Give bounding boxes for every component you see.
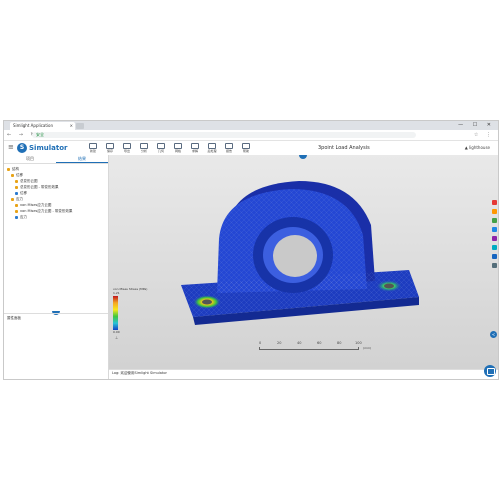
tree-item-label: 应力 (20, 215, 27, 219)
tree-item-icon (15, 179, 18, 183)
scale-bar: 0 20 40 60 80 100 (mm) (259, 341, 371, 350)
toolbar-button[interactable]: 网格 (171, 142, 185, 154)
new-tab-button[interactable] (76, 123, 84, 129)
tree-item-icon (7, 167, 10, 171)
toolbar-button[interactable]: 求解 (188, 142, 202, 154)
menu-icon[interactable]: ≡ (8, 143, 14, 151)
extension-icons[interactable]: ☆ ⋮ (474, 131, 494, 139)
tool-label: 帮助 (242, 149, 249, 153)
close-tab-icon[interactable]: × (70, 122, 73, 130)
view-icon[interactable] (491, 200, 497, 205)
rotate-icon[interactable] (491, 227, 497, 232)
toolbar-button[interactable]: 后处理 (205, 142, 219, 154)
tool-label: 几何 (157, 149, 164, 153)
axis-triad-icon: ⊥ (115, 335, 119, 340)
sidebar-tabs: 项目 结果 (4, 155, 108, 164)
legend-colorbar (113, 296, 118, 330)
scale-tick: 60 (317, 341, 322, 345)
user-name: lighthouse (469, 145, 490, 150)
log-text: Log: 欢迎使用Simlight Simulator (112, 371, 167, 375)
properties-panel: 属性面板 (4, 313, 108, 379)
browser-window: Simlight Application × — ☐ ✕ ← → ↻ 安全 ☆ … (3, 120, 499, 380)
3d-viewport[interactable]: von Mises Stress (MPa) 1.21 0.00 ⊥ 0 20 … (109, 155, 498, 369)
scale-tick: 100 (355, 341, 362, 345)
legend-min: 0.00 (113, 330, 120, 334)
scale-tick: 20 (277, 341, 282, 345)
tree-item-label: 总变形云图 - 带变形效果 (20, 185, 59, 189)
app-toolbar: ≡ S Simulator 新建 保存 导出 分析 几何 网格 求解 后处理 报告 帮助 3poi… (4, 141, 498, 156)
light-icon[interactable] (491, 254, 497, 259)
scale-tick: 0 (259, 341, 262, 345)
browser-tabbar: Simlight Application × — ☐ ✕ (4, 121, 498, 130)
tool-label: 报告 (225, 149, 232, 153)
user-menu[interactable]: ▲ lighthouse (465, 143, 490, 153)
legend-max: 1.21 (113, 291, 120, 295)
log-panel: Log: 欢迎使用Simlight Simulator (109, 369, 498, 379)
tool-label: 后处理 (207, 149, 217, 153)
tree-item-icon (15, 203, 18, 207)
tree-item-label: von Mises应力云图 (20, 203, 52, 207)
browser-tab-title: Simlight Application (13, 123, 54, 128)
zoom-icon[interactable] (491, 218, 497, 223)
results-tree: 结构 位移 总变形云图 总变形云图 - 带变形效果 位移 应力 von Mises应力云图 v… (4, 164, 108, 222)
toolbar-button[interactable]: 保存 (103, 142, 117, 154)
share-icon[interactable]: < (490, 331, 497, 338)
scale-line (259, 347, 359, 350)
app-logo: S (17, 143, 27, 153)
tree-item-label: von Mises应力云图 - 带变形效果 (20, 209, 73, 213)
tree-item-icon (15, 209, 18, 213)
tab-project[interactable]: 项目 (4, 155, 56, 163)
address-bar: ← → ↻ 安全 ☆ ⋮ (4, 130, 498, 141)
chat-icon[interactable] (484, 365, 496, 377)
url-input[interactable]: 安全 (32, 132, 416, 138)
tool-label: 网格 (174, 149, 181, 153)
window-controls[interactable]: — ☐ ✕ (458, 121, 495, 130)
tree-item-label: 应力 (16, 197, 23, 201)
tree-item-icon (15, 215, 18, 219)
view-tools (490, 200, 498, 272)
scale-unit: (mm) (363, 346, 372, 350)
tool-label: 求解 (191, 149, 198, 153)
scale-tick: 80 (337, 341, 342, 345)
toolbar-button[interactable]: 报告 (222, 142, 236, 154)
tree-item-icon (11, 197, 14, 201)
tree-item-label: 结构 (12, 167, 19, 171)
toolbar-button[interactable]: 分析 (137, 142, 151, 154)
fit-icon[interactable] (491, 209, 497, 214)
measure-icon[interactable] (491, 245, 497, 250)
bearing-model[interactable] (109, 155, 498, 369)
tool-label: 分析 (140, 149, 147, 153)
section-icon[interactable] (491, 236, 497, 241)
document-title[interactable]: 3point Load Analysis (318, 143, 370, 153)
scale-tick: 40 (297, 341, 302, 345)
tool-label: 保存 (106, 149, 113, 153)
tree-item-icon (11, 173, 14, 177)
tree-item-label: 位移 (20, 191, 27, 195)
mesh-icon[interactable] (491, 263, 497, 268)
toolbar-button[interactable]: 帮助 (239, 142, 253, 154)
properties-title: 属性面板 (7, 316, 21, 320)
toolbar-button[interactable]: 导出 (120, 142, 134, 154)
tree-item[interactable]: 应力 (7, 214, 105, 220)
toolbar-button[interactable]: 新建 (86, 142, 100, 154)
tab-results[interactable]: 结果 (56, 155, 108, 163)
tree-item-icon (15, 185, 18, 189)
tree-item-icon (15, 191, 18, 195)
browser-tab[interactable]: Simlight Application × (10, 122, 75, 130)
sidebar: 项目 结果 结构 位移 总变形云图 总变形云图 - 带变形效果 位移 应力 von Mise… (4, 155, 109, 379)
tool-label: 新建 (89, 149, 96, 153)
tool-label: 导出 (123, 149, 130, 153)
stress-legend: von Mises Stress (MPa) 1.21 0.00 (113, 287, 147, 334)
tree-item-label: 位移 (16, 173, 23, 177)
app-brand: Simulator (29, 144, 68, 152)
tree-item-label: 总变形云图 (20, 179, 38, 183)
toolbar-tools: 新建 保存 导出 分析 几何 网格 求解 后处理 报告 帮助 (86, 142, 256, 154)
toolbar-button[interactable]: 几何 (154, 142, 168, 154)
